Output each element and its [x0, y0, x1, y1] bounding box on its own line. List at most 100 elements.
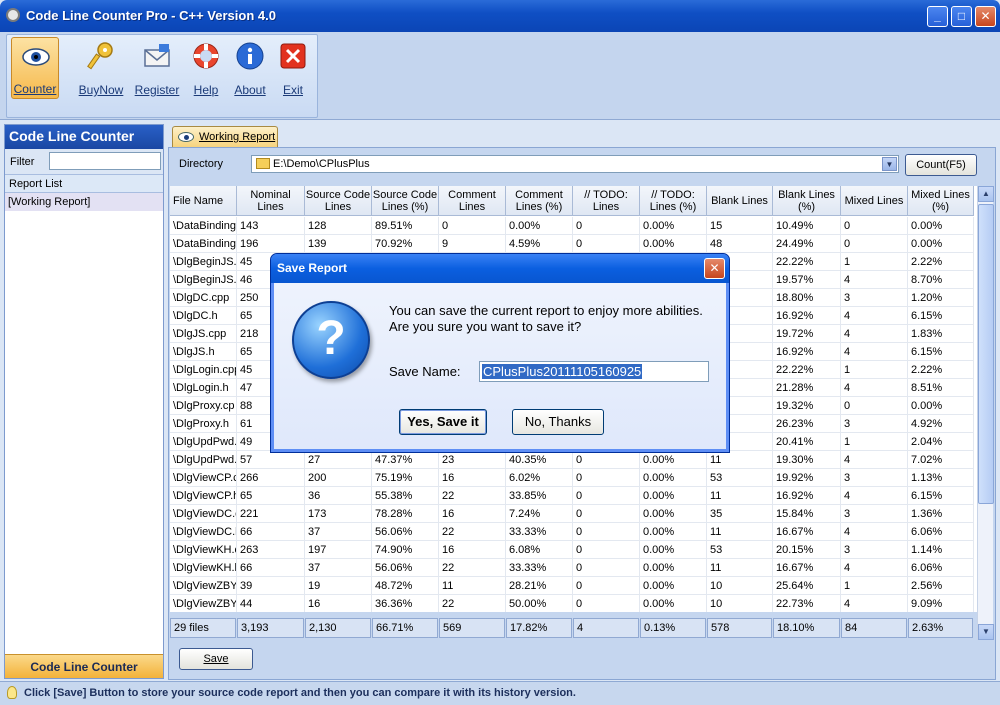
table-cell: 24.49%: [773, 235, 841, 253]
total-cell: 17.82%: [506, 618, 572, 638]
table-cell: 44: [237, 595, 305, 612]
total-cell: 569: [439, 618, 505, 638]
table-cell: 66: [237, 523, 305, 541]
lightbulb-icon: [7, 686, 17, 699]
table-cell: 4: [841, 595, 908, 612]
tab-working-report[interactable]: Working Report: [172, 126, 278, 148]
table-cell: 4: [841, 487, 908, 505]
column-header[interactable]: Blank Lines (%): [773, 186, 841, 216]
scroll-up-icon[interactable]: ▲: [978, 186, 994, 202]
table-cell: 28.21%: [506, 577, 573, 595]
yes-save-button[interactable]: Yes, Save it: [399, 409, 487, 435]
count-button[interactable]: Count(F5): [905, 154, 977, 176]
maximize-button[interactable]: □: [951, 6, 972, 27]
vertical-scrollbar[interactable]: ▲ ▼: [977, 186, 994, 640]
table-cell: 2.22%: [908, 361, 974, 379]
left-panel-footer[interactable]: Code Line Counter: [5, 654, 163, 678]
table-row[interactable]: \DlgViewDC.c 221 173 78.28% 16 7.24% 0 0.00% 35 1…: [170, 505, 974, 523]
table-cell: 33.33%: [506, 559, 573, 577]
directory-combo[interactable]: E:\Demo\CPlusPlus ▼: [251, 155, 899, 173]
left-panel: Code Line Counter Filter Report List [Wo…: [4, 124, 164, 679]
column-header[interactable]: File Name: [170, 186, 237, 216]
table-cell: 20.15%: [773, 541, 841, 559]
counter-button[interactable]: Counter: [11, 37, 59, 99]
total-cell: 84: [841, 618, 907, 638]
table-cell: 3: [841, 469, 908, 487]
table-cell: 1.36%: [908, 505, 974, 523]
table-cell: 0: [573, 559, 640, 577]
column-header[interactable]: // TODO: Lines (%): [640, 186, 707, 216]
exit-icon: [280, 43, 306, 69]
table-cell: 1: [841, 577, 908, 595]
column-header[interactable]: Source Code Lines: [305, 186, 372, 216]
table-row[interactable]: \DlgViewKH.c 263 197 74.90% 16 6.08% 0 0.00% 53 2…: [170, 541, 974, 559]
table-cell: \DataBinding: [170, 235, 237, 253]
column-header[interactable]: Comment Lines: [439, 186, 506, 216]
column-header[interactable]: // TODO: Lines: [573, 186, 640, 216]
scroll-thumb[interactable]: [978, 204, 994, 504]
column-header[interactable]: Mixed Lines: [841, 186, 908, 216]
filter-input[interactable]: [49, 152, 161, 170]
report-list-item[interactable]: [Working Report]: [5, 193, 163, 211]
table-row[interactable]: \DlgViewCP.h 65 36 55.38% 22 33.85% 0 0.00% 11 16…: [170, 487, 974, 505]
chevron-down-icon[interactable]: ▼: [882, 157, 897, 171]
table-cell: 6.08%: [506, 541, 573, 559]
table-cell: \DlgViewKH.h: [170, 559, 237, 577]
about-label: About: [234, 83, 266, 97]
table-cell: 22.22%: [773, 253, 841, 271]
table-cell: 0: [573, 469, 640, 487]
folder-icon: [256, 158, 270, 169]
table-cell: 196: [237, 235, 305, 253]
help-button[interactable]: Help: [182, 37, 230, 99]
table-row[interactable]: \DlgViewCP.c 266 200 75.19% 16 6.02% 0 0.00% 53 1…: [170, 469, 974, 487]
table-cell: 16: [439, 469, 506, 487]
column-header[interactable]: Blank Lines: [707, 186, 773, 216]
table-cell: 197: [305, 541, 372, 559]
table-cell: 11: [707, 523, 773, 541]
table-cell: 6.06%: [908, 523, 974, 541]
table-cell: 0.00%: [640, 577, 707, 595]
table-cell: 139: [305, 235, 372, 253]
column-header[interactable]: Nominal Lines: [237, 186, 305, 216]
table-cell: 16.92%: [773, 487, 841, 505]
column-header[interactable]: Mixed Lines (%): [908, 186, 974, 216]
about-button[interactable]: About: [226, 37, 274, 99]
minimize-button[interactable]: _: [927, 6, 948, 27]
table-row[interactable]: \DlgViewZBY. 39 19 48.72% 11 28.21% 0 0.00% 10 25…: [170, 577, 974, 595]
save-button[interactable]: Save: [179, 648, 253, 670]
scroll-down-icon[interactable]: ▼: [978, 624, 994, 640]
table-cell: 0: [841, 217, 908, 235]
table-row[interactable]: \DlgUpdPwd. 57 27 47.37% 23 40.35% 0 0.00% 11 19.…: [170, 451, 974, 469]
table-cell: 0: [573, 235, 640, 253]
table-cell: 1.20%: [908, 289, 974, 307]
app-icon[interactable]: [6, 8, 20, 22]
table-cell: 6.15%: [908, 307, 974, 325]
table-cell: 22.22%: [773, 361, 841, 379]
no-thanks-button[interactable]: No, Thanks: [512, 409, 604, 435]
table-row[interactable]: \DlgViewZBY. 44 16 36.36% 22 50.00% 0 0.00% 10 22…: [170, 595, 974, 612]
buynow-button[interactable]: BuyNow: [77, 37, 125, 99]
column-header[interactable]: Source Code Lines (%): [372, 186, 439, 216]
tab-label: Working Report: [199, 131, 276, 143]
register-button[interactable]: Register: [133, 37, 181, 99]
close-button[interactable]: ✕: [975, 6, 996, 27]
dialog-close-button[interactable]: ✕: [704, 258, 725, 279]
table-row[interactable]: \DataBinding 143 128 89.51% 0 0.00% 0 0.00% 15 10…: [170, 217, 974, 235]
table-cell: 1.14%: [908, 541, 974, 559]
table-row[interactable]: \DlgViewDC.h 66 37 56.06% 22 33.33% 0 0.00% 11 16…: [170, 523, 974, 541]
save-name-input[interactable]: CPlusPlus20111105160925: [479, 361, 709, 382]
table-cell: 143: [237, 217, 305, 235]
table-cell: 6.15%: [908, 343, 974, 361]
buynow-label: BuyNow: [78, 83, 124, 97]
table-cell: 2.04%: [908, 433, 974, 451]
table-cell: 22: [439, 523, 506, 541]
total-cell: 4: [573, 618, 639, 638]
table-cell: 2.56%: [908, 577, 974, 595]
table-row[interactable]: \DataBinding 196 139 70.92% 9 4.59% 0 0.00% 48 24…: [170, 235, 974, 253]
table-cell: \DlgViewDC.h: [170, 523, 237, 541]
table-cell: \DlgProxy.cp: [170, 397, 237, 415]
column-header[interactable]: Comment Lines (%): [506, 186, 573, 216]
exit-button[interactable]: Exit: [269, 37, 317, 99]
table-cell: 221: [237, 505, 305, 523]
table-row[interactable]: \DlgViewKH.h 66 37 56.06% 22 33.33% 0 0.00% 11 16…: [170, 559, 974, 577]
